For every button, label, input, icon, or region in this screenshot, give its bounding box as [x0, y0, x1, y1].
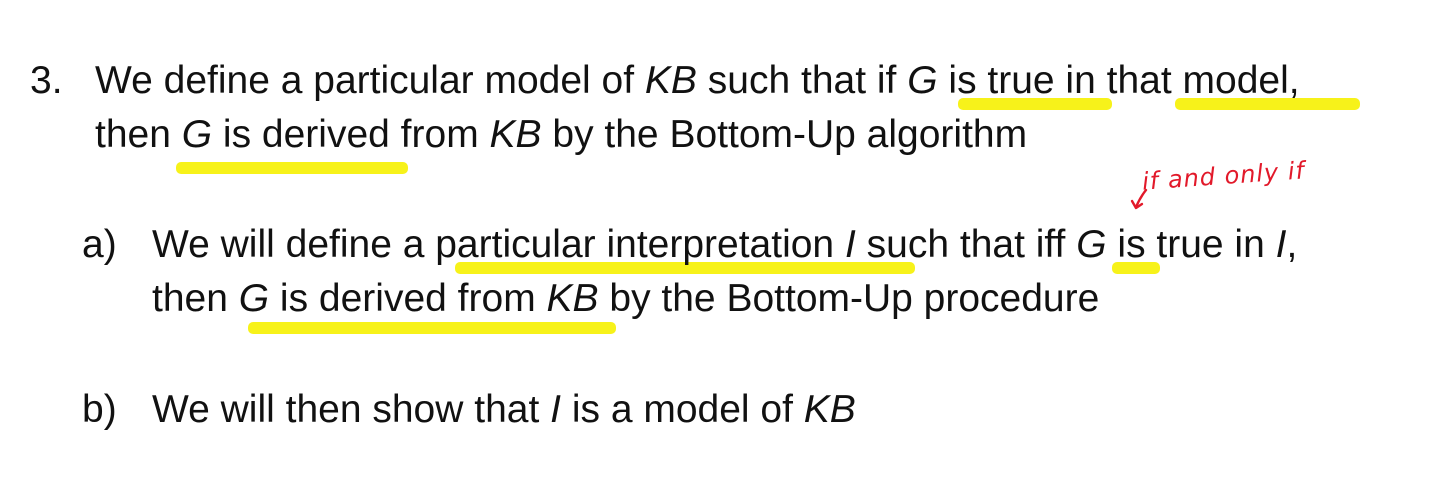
- text-run: ,: [1286, 223, 1298, 266]
- kb-symbol: KB: [489, 113, 542, 156]
- item-a-line-1: We will define a particular interpretati…: [152, 222, 1297, 268]
- item-3-line-1: We define a particular model of KB such …: [95, 58, 1300, 104]
- text-run: then: [152, 277, 239, 320]
- g-symbol: G: [1076, 223, 1107, 266]
- item-a-label: a): [82, 223, 117, 266]
- text-run: then: [95, 113, 182, 156]
- kb-symbol: KB: [644, 59, 697, 102]
- item-number: 3.: [30, 59, 63, 102]
- kb-symbol: KB: [546, 277, 599, 320]
- text-run: is true in: [1106, 223, 1276, 266]
- text-run: such that if: [696, 59, 908, 102]
- text-run: We define a particular model of: [95, 59, 645, 102]
- handwritten-annotation: if and only if: [1141, 156, 1306, 196]
- text-run: by the Bottom-Up algorithm: [541, 113, 1028, 156]
- text-run: is true in that model,: [937, 59, 1300, 102]
- i-symbol: I: [844, 223, 856, 266]
- item-b-line-1: We will then show that I is a model of K…: [152, 387, 856, 433]
- highlight-g-is-derived: [176, 162, 408, 174]
- text-run: is derived from: [212, 113, 490, 156]
- text-run: We will then show that: [152, 388, 551, 431]
- item-a-line-2: then G is derived from KB by the Bottom-…: [152, 276, 1099, 322]
- item-3-line-2: then G is derived from KB by the Bottom-…: [95, 112, 1027, 158]
- text-run: is a model of: [560, 388, 804, 431]
- kb-symbol: KB: [803, 388, 856, 431]
- i-symbol: I: [550, 388, 561, 431]
- item-b-label: b): [82, 388, 117, 431]
- text-run: by the Bottom-Up procedure: [598, 277, 1100, 320]
- i-symbol: I: [1275, 223, 1287, 266]
- g-symbol: G: [907, 59, 938, 102]
- highlight-g-derived-from-kb: [248, 322, 616, 334]
- text-run: We will define a particular interpretati…: [152, 223, 845, 266]
- text-run: such that iff: [855, 223, 1077, 266]
- g-symbol: G: [238, 277, 270, 320]
- text-run: is derived from: [269, 277, 547, 320]
- g-symbol: G: [181, 113, 213, 156]
